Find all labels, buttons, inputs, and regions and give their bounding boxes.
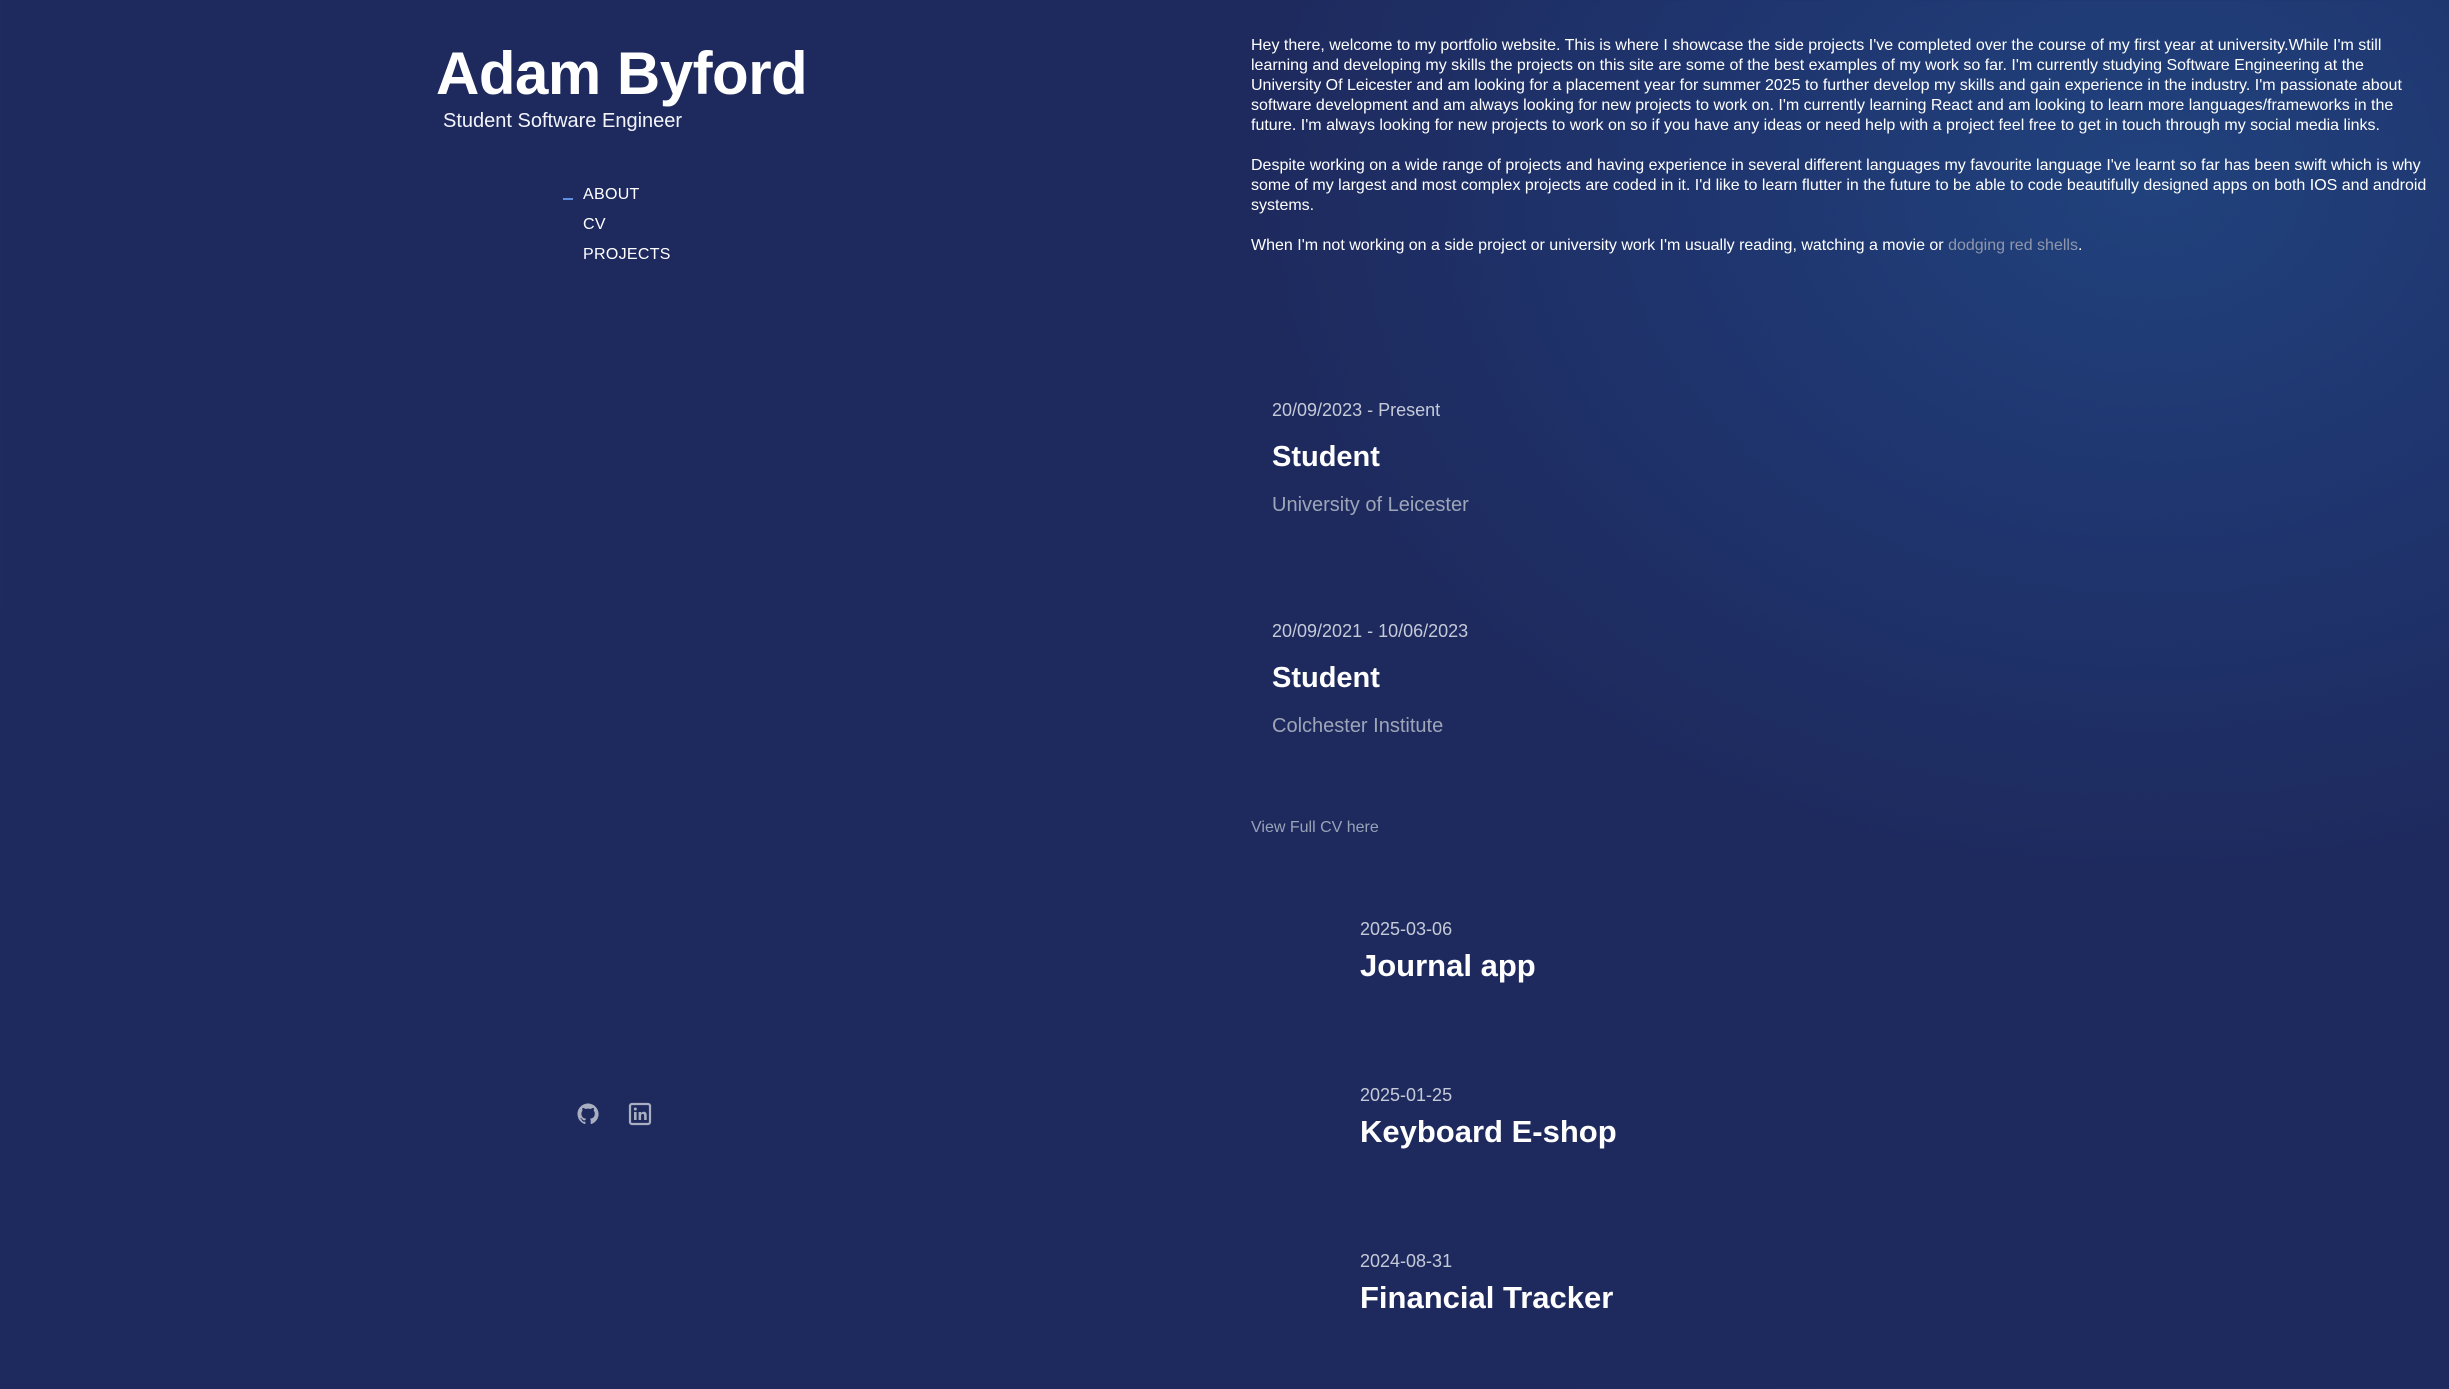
dodging-red-shells-link[interactable]: dodging red shells xyxy=(1948,237,2078,254)
nav-item-label: ABOUT xyxy=(583,186,640,203)
cv-entry[interactable]: 20/09/2023 - Present Student University … xyxy=(1272,398,2272,619)
nav-item-projects[interactable]: PROJECTS xyxy=(560,240,671,270)
cv-entry-date: 20/09/2023 - Present xyxy=(1272,400,1441,420)
about-text: When I'm not working on a side project o… xyxy=(1251,237,1949,254)
site-owner-name: Adam Byford xyxy=(436,40,808,107)
projects-section: 2025-03-06 Journal app 2025-01-25 Keyboa… xyxy=(1360,918,2260,1389)
social-links xyxy=(576,1102,652,1126)
cv-entry-title: Student xyxy=(1272,662,1380,694)
sidebar: Adam Byford Student Software Engineer AB… xyxy=(0,0,1200,1389)
cv-entry-date: 20/09/2021 - 10/06/2023 xyxy=(1272,621,1469,641)
view-full-cv-link[interactable]: View Full CV here xyxy=(1251,818,1379,838)
about-text: . xyxy=(2077,237,2083,254)
about-paragraph: Despite working on a wide range of proje… xyxy=(1251,157,2427,214)
project-title: Keyboard E-shop xyxy=(1360,1114,1617,1149)
cv-section: 20/09/2023 - Present Student University … xyxy=(1272,398,2272,840)
nav-item-label: PROJECTS xyxy=(583,246,671,263)
cv-entry[interactable]: 20/09/2021 - 10/06/2023 Student Colchest… xyxy=(1272,619,2272,840)
project-date: 2024-08-31 xyxy=(1360,1251,1453,1271)
about-paragraph: Hey there, welcome to my portfolio websi… xyxy=(1251,37,2402,134)
project-date: 2025-01-25 xyxy=(1360,1085,1453,1105)
cv-entry-organisation: University of Leicester xyxy=(1272,494,1469,516)
main-nav: ABOUT CV PROJECTS xyxy=(560,180,671,270)
nav-item-cv[interactable]: CV xyxy=(560,210,671,240)
cv-entry-title: Student xyxy=(1272,441,1380,473)
about-paragraph: When I'm not working on a side project o… xyxy=(1251,236,2431,256)
about-section: Hey there, welcome to my portfolio websi… xyxy=(1251,36,2431,276)
github-icon[interactable] xyxy=(576,1102,600,1126)
active-nav-indicator xyxy=(563,198,573,200)
linkedin-icon[interactable] xyxy=(628,1102,652,1126)
cv-entry-organisation: Colchester Institute xyxy=(1272,715,1444,737)
project-title: Journal app xyxy=(1360,948,1536,983)
project-card[interactable]: 2025-03-06 Journal app xyxy=(1360,918,2260,1084)
project-card[interactable]: 2025-01-25 Keyboard E-shop xyxy=(1360,1084,2260,1250)
tagline: Student Software Engineer xyxy=(443,110,683,132)
project-card[interactable]: 2024-08-31 Financial Tracker xyxy=(1360,1250,2260,1389)
nav-item-label: CV xyxy=(583,216,606,233)
project-title: Financial Tracker xyxy=(1360,1280,1614,1315)
nav-item-about[interactable]: ABOUT xyxy=(560,180,671,210)
project-date: 2025-03-06 xyxy=(1360,919,1453,939)
